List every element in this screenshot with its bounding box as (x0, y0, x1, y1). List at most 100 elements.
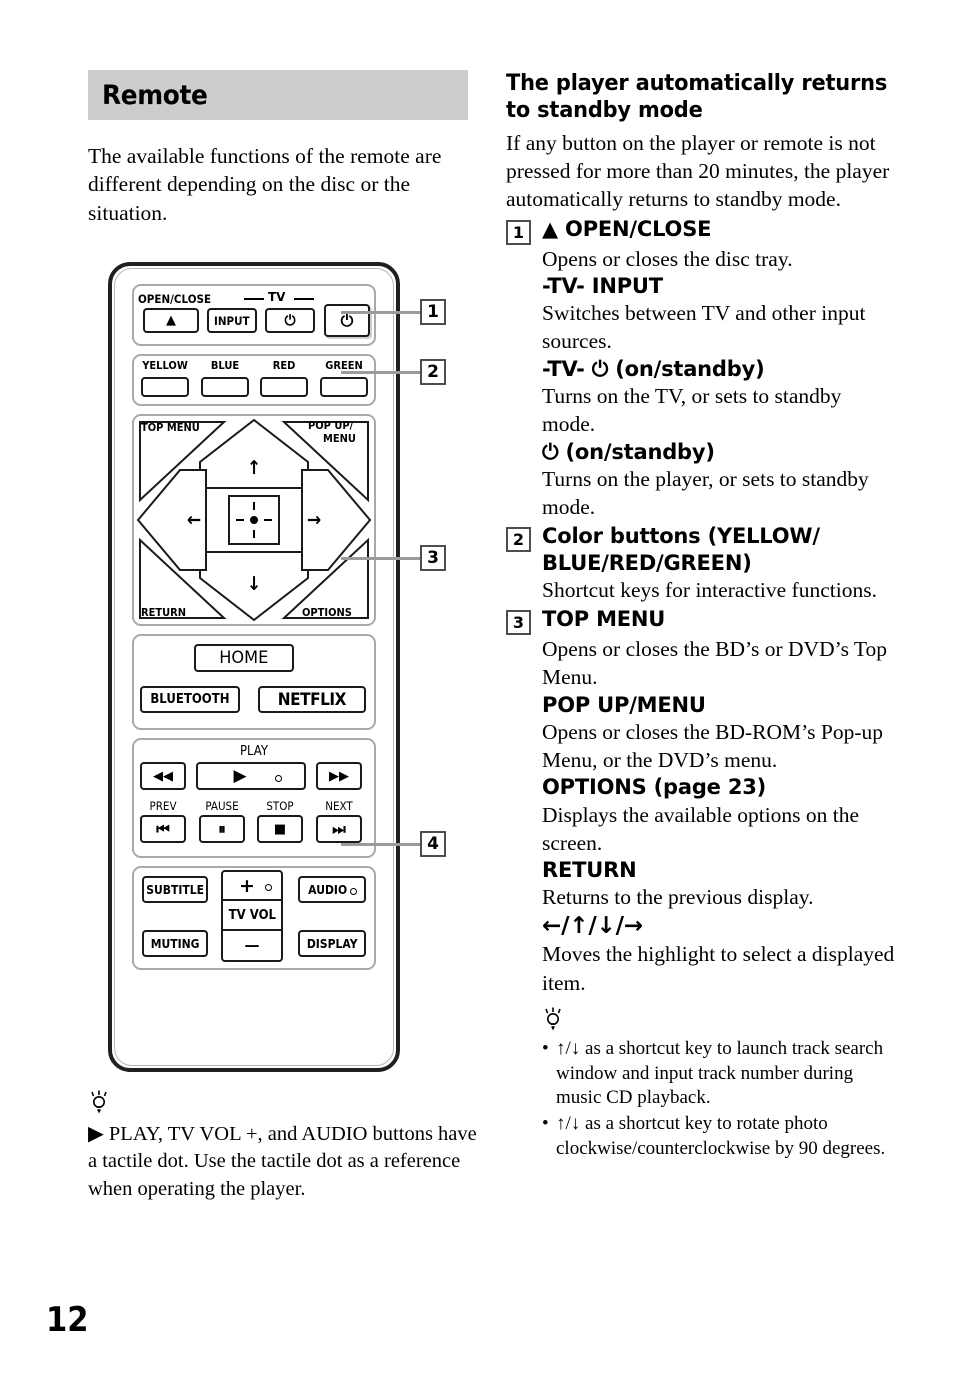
prev-label: PREV (149, 799, 177, 813)
right-heading-body: If any button on the player or remote is… (506, 130, 890, 212)
player-power-button[interactable]: ⏻ (324, 304, 370, 337)
entry-3-sub-1-title: OPTIONS (page 23) (542, 775, 767, 800)
color-button-red[interactable] (260, 377, 308, 397)
audio-button[interactable]: AUDIO (298, 876, 366, 903)
color-label-yellow: YELLOW (142, 359, 188, 372)
next-button[interactable]: ⏭ (316, 815, 362, 843)
audio-label: AUDIO (308, 882, 348, 897)
play-icon: ▶ (233, 766, 247, 786)
color-button-blue[interactable] (201, 377, 249, 397)
lightbulb-tip-icon (91, 1090, 107, 1114)
next-label: NEXT (325, 799, 353, 813)
open-close-label: OPEN/CLOSE (138, 292, 212, 306)
tv-bracket-left (244, 298, 264, 300)
entry-3-sub-0-body: Opens or closes the BD-ROM’s Pop-up Menu… (542, 719, 883, 773)
pop-up-menu-label-line1: POP UP/ (308, 419, 354, 432)
return-label: RETURN (141, 606, 187, 619)
entry-2-title: Color buttons (YELLOW/ BLUE/RED/GREEN) (542, 524, 820, 575)
stop-icon: ■ (273, 821, 287, 837)
left-column: Remote The available functions of the re… (88, 70, 468, 227)
page-title: Remote (102, 79, 208, 111)
entry-2: 2 Color buttons (YELLOW/ BLUE/RED/GREEN) (506, 523, 896, 576)
options-label: OPTIONS (302, 606, 352, 619)
entry-3-sub-3-body: Moves the highlight to select a displaye… (542, 942, 895, 995)
entry-1-sub-2-body: Turns on the player, or sets to standby … (542, 466, 869, 520)
entry-3-sub-3-title: ←/↑/↓/→ (542, 912, 643, 939)
left-tip-text: ▶ PLAY, TV VOL +, and AUDIO buttons have… (88, 1123, 477, 1200)
audio-tactile-dot (350, 888, 357, 895)
entry-3-sub-0-title: POP UP/MENU (542, 692, 706, 717)
entry-3-sub-1-body: Displays the available options on the sc… (542, 802, 860, 855)
dpad-down-icon[interactable]: ↓ (247, 575, 261, 594)
entry-2-number: 2 (506, 527, 531, 553)
page-number: 12 (46, 1300, 89, 1340)
entry-3-sub-2-body: Returns to the previous display. (542, 885, 814, 910)
tv-vol-minus-button[interactable]: — (223, 931, 281, 960)
eject-button[interactable]: ▲ (143, 308, 199, 333)
tv-vol-plus-label: + (239, 874, 255, 897)
callout-3: 3 (420, 545, 446, 571)
bluetooth-label: BLUETOOTH (150, 692, 230, 707)
color-button-green[interactable] (320, 377, 368, 397)
netflix-label: NETFLIX (277, 689, 347, 710)
top-menu-label: TOP MENU (141, 421, 200, 434)
entry-1-body: Opens or closes the disc tray. (542, 246, 793, 271)
netflix-button[interactable]: NETFLIX (258, 686, 366, 713)
color-label-blue: BLUE (210, 359, 240, 372)
entry-3-number: 3 (506, 610, 531, 636)
dpad-right-icon[interactable]: → (307, 511, 321, 530)
forward-button[interactable]: ▶▶ (316, 762, 362, 790)
entry-3: 3 TOP MENU (506, 606, 896, 636)
callout-leader-3 (341, 557, 421, 560)
muting-label: MUTING (150, 936, 200, 951)
play-section-label: PLAY (239, 744, 269, 759)
pause-icon: ⏸ (218, 820, 226, 838)
rewind-button[interactable]: ◀◀ (140, 762, 186, 790)
next-icon: ⏭ (332, 820, 346, 838)
entry-1-title: ▲ OPEN/CLOSE (542, 216, 712, 241)
tv-vol-label: TV VOL (223, 901, 281, 931)
right-tip-bullets: • ↑/↓ as a shortcut key to launch track … (542, 1037, 896, 1161)
list-item: • ↑/↓ as a shortcut key to launch track … (542, 1037, 896, 1111)
color-button-yellow[interactable] (141, 377, 189, 397)
entry-1-number: 1 (506, 219, 531, 245)
dpad-left-icon[interactable]: ← (187, 511, 201, 530)
manual-page: Remote The available functions of the re… (0, 0, 954, 1373)
tv-label: TV (268, 290, 286, 304)
remote-diagram: OPEN/CLOSE TV ▲ INPUT ⏻ ⏻ YELLOW BLUE RE… (108, 262, 400, 1072)
entry-3-body: Opens or closes the BD’s or DVD’s Top Me… (542, 637, 888, 690)
pause-button[interactable]: ⏸ (199, 815, 245, 843)
prev-button[interactable]: ⏮ (140, 815, 186, 843)
entry-1: 1 ▲ OPEN/CLOSE (506, 216, 896, 245)
play-button[interactable]: ▶ (196, 762, 306, 790)
callout-4: 4 (420, 831, 446, 857)
tv-vol-text: TV VOL (228, 907, 276, 923)
bullet-marker: • (542, 1113, 549, 1134)
tv-power-button[interactable]: ⏻ (265, 308, 315, 333)
right-column: The player automatically returns to stan… (506, 70, 896, 1161)
tv-vol-plus-button[interactable]: + (223, 872, 281, 902)
left-tip-block: ▶ PLAY, TV VOL +, and AUDIO buttons have… (88, 1090, 478, 1203)
display-button[interactable]: DISPLAY (298, 930, 366, 957)
tv-vol-rocker[interactable]: + TV VOL — (221, 870, 283, 962)
home-button[interactable]: HOME (194, 644, 294, 672)
dpad-up-icon[interactable]: ↑ (247, 459, 261, 478)
stop-button[interactable]: ■ (257, 815, 303, 843)
tv-bracket-right (294, 298, 314, 300)
entry-3-title: TOP MENU (542, 607, 666, 632)
callout-2: 2 (420, 359, 446, 385)
prev-icon: ⏮ (156, 820, 170, 838)
color-label-red: RED (272, 359, 296, 372)
pause-label: PAUSE (205, 799, 239, 813)
right-tip-bullet-0: ↑/↓ as a shortcut key to launch track se… (556, 1037, 884, 1109)
tv-input-button[interactable]: INPUT (207, 308, 257, 333)
lightbulb-tip-icon (545, 1007, 561, 1031)
pop-up-menu-label-line2: MENU (323, 432, 356, 445)
tv-power-icon: ⏻ (284, 312, 296, 329)
bluetooth-button[interactable]: BLUETOOTH (140, 686, 240, 713)
muting-button[interactable]: MUTING (142, 930, 208, 957)
tv-vol-plus-tactile-dot (265, 884, 272, 891)
right-heading: The player automatically returns to stan… (506, 70, 888, 124)
entry-3-sub-2-title: RETURN (542, 858, 637, 883)
subtitle-button[interactable]: SUBTITLE (142, 876, 208, 903)
